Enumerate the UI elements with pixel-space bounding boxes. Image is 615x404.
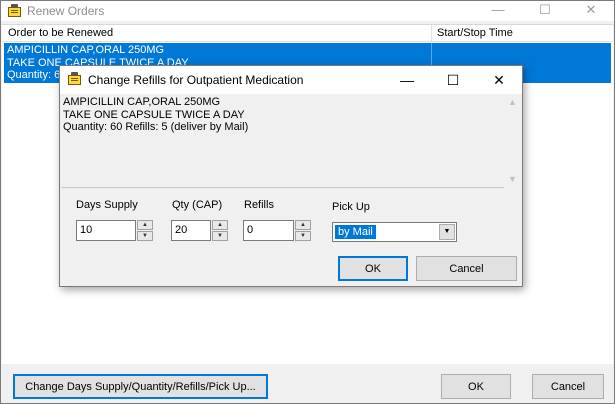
- qty-input[interactable]: 20: [171, 220, 211, 241]
- close-button[interactable]: ✕: [569, 1, 613, 21]
- minimize-button[interactable]: —: [476, 1, 520, 21]
- change-days-supply-button[interactable]: Change Days Supply/Quantity/Refills/Pick…: [13, 374, 268, 399]
- list-header: Order to be Renewed Start/Stop Time: [2, 25, 613, 42]
- dialog-titlebar[interactable]: Change Refills for Outpatient Medication…: [60, 66, 522, 94]
- outer-titlebar[interactable]: Renew Orders — ☐ ✕: [1, 1, 614, 21]
- dialog-minimize-button[interactable]: —: [387, 69, 427, 91]
- refills-label: Refills: [244, 199, 274, 211]
- scroll-up-icon[interactable]: ▲: [504, 94, 521, 111]
- pickup-label: Pick Up: [332, 201, 370, 213]
- days-supply-stepper[interactable]: ▲ ▼: [137, 220, 153, 241]
- order-info-text: AMPICILLIN CAP,ORAL 250MG TAKE ONE CAPSU…: [63, 96, 248, 134]
- column-header-start-stop[interactable]: Start/Stop Time: [437, 27, 513, 39]
- order-quantity: Quantity: 60: [7, 69, 67, 81]
- qty-stepper[interactable]: ▲ ▼: [212, 220, 228, 241]
- spin-down-icon[interactable]: ▼: [212, 231, 228, 241]
- column-divider[interactable]: [431, 25, 432, 42]
- ok-button[interactable]: OK: [441, 374, 511, 399]
- notepad-icon: [67, 72, 83, 86]
- order-info-box[interactable]: AMPICILLIN CAP,ORAL 250MG TAKE ONE CAPSU…: [61, 94, 521, 188]
- refills-stepper[interactable]: ▲ ▼: [295, 220, 311, 241]
- refills-input[interactable]: 0: [243, 220, 294, 241]
- spin-down-icon[interactable]: ▼: [295, 231, 311, 241]
- days-supply-label: Days Supply: [76, 199, 138, 211]
- dialog-cancel-button[interactable]: Cancel: [416, 256, 517, 281]
- pickup-selected-value: by Mail: [335, 225, 376, 239]
- qty-label: Qty (CAP): [172, 199, 223, 211]
- column-header-order[interactable]: Order to be Renewed: [8, 27, 113, 39]
- info-quantity-refills: Quantity: 60 Refills: 5 (deliver by Mail…: [63, 121, 249, 133]
- days-supply-input[interactable]: 10: [76, 220, 136, 241]
- spin-up-icon[interactable]: ▲: [137, 220, 153, 230]
- dialog-close-button[interactable]: ✕: [479, 69, 519, 91]
- change-refills-dialog: Change Refills for Outpatient Medication…: [59, 65, 523, 287]
- info-drug-name: AMPICILLIN CAP,ORAL 250MG: [63, 96, 221, 108]
- window-title: Renew Orders: [27, 4, 105, 18]
- dialog-title: Change Refills for Outpatient Medication: [88, 73, 304, 87]
- dialog-ok-button[interactable]: OK: [338, 256, 408, 281]
- spin-down-icon[interactable]: ▼: [137, 231, 153, 241]
- order-drug-name: AMPICILLIN CAP,ORAL 250MG: [7, 44, 165, 56]
- info-scrollbar[interactable]: ▲ ▼: [504, 94, 521, 188]
- info-sig: TAKE ONE CAPSULE TWICE A DAY: [63, 108, 245, 121]
- cancel-button[interactable]: Cancel: [532, 374, 604, 399]
- pickup-select[interactable]: by Mail ▼: [332, 222, 457, 242]
- spin-up-icon[interactable]: ▲: [212, 220, 228, 230]
- dialog-maximize-button[interactable]: ☐: [433, 69, 473, 91]
- chevron-down-icon[interactable]: ▼: [439, 224, 455, 240]
- maximize-button[interactable]: ☐: [523, 1, 567, 21]
- scroll-down-icon[interactable]: ▼: [504, 171, 521, 188]
- notepad-icon: [7, 4, 23, 18]
- spin-up-icon[interactable]: ▲: [295, 220, 311, 230]
